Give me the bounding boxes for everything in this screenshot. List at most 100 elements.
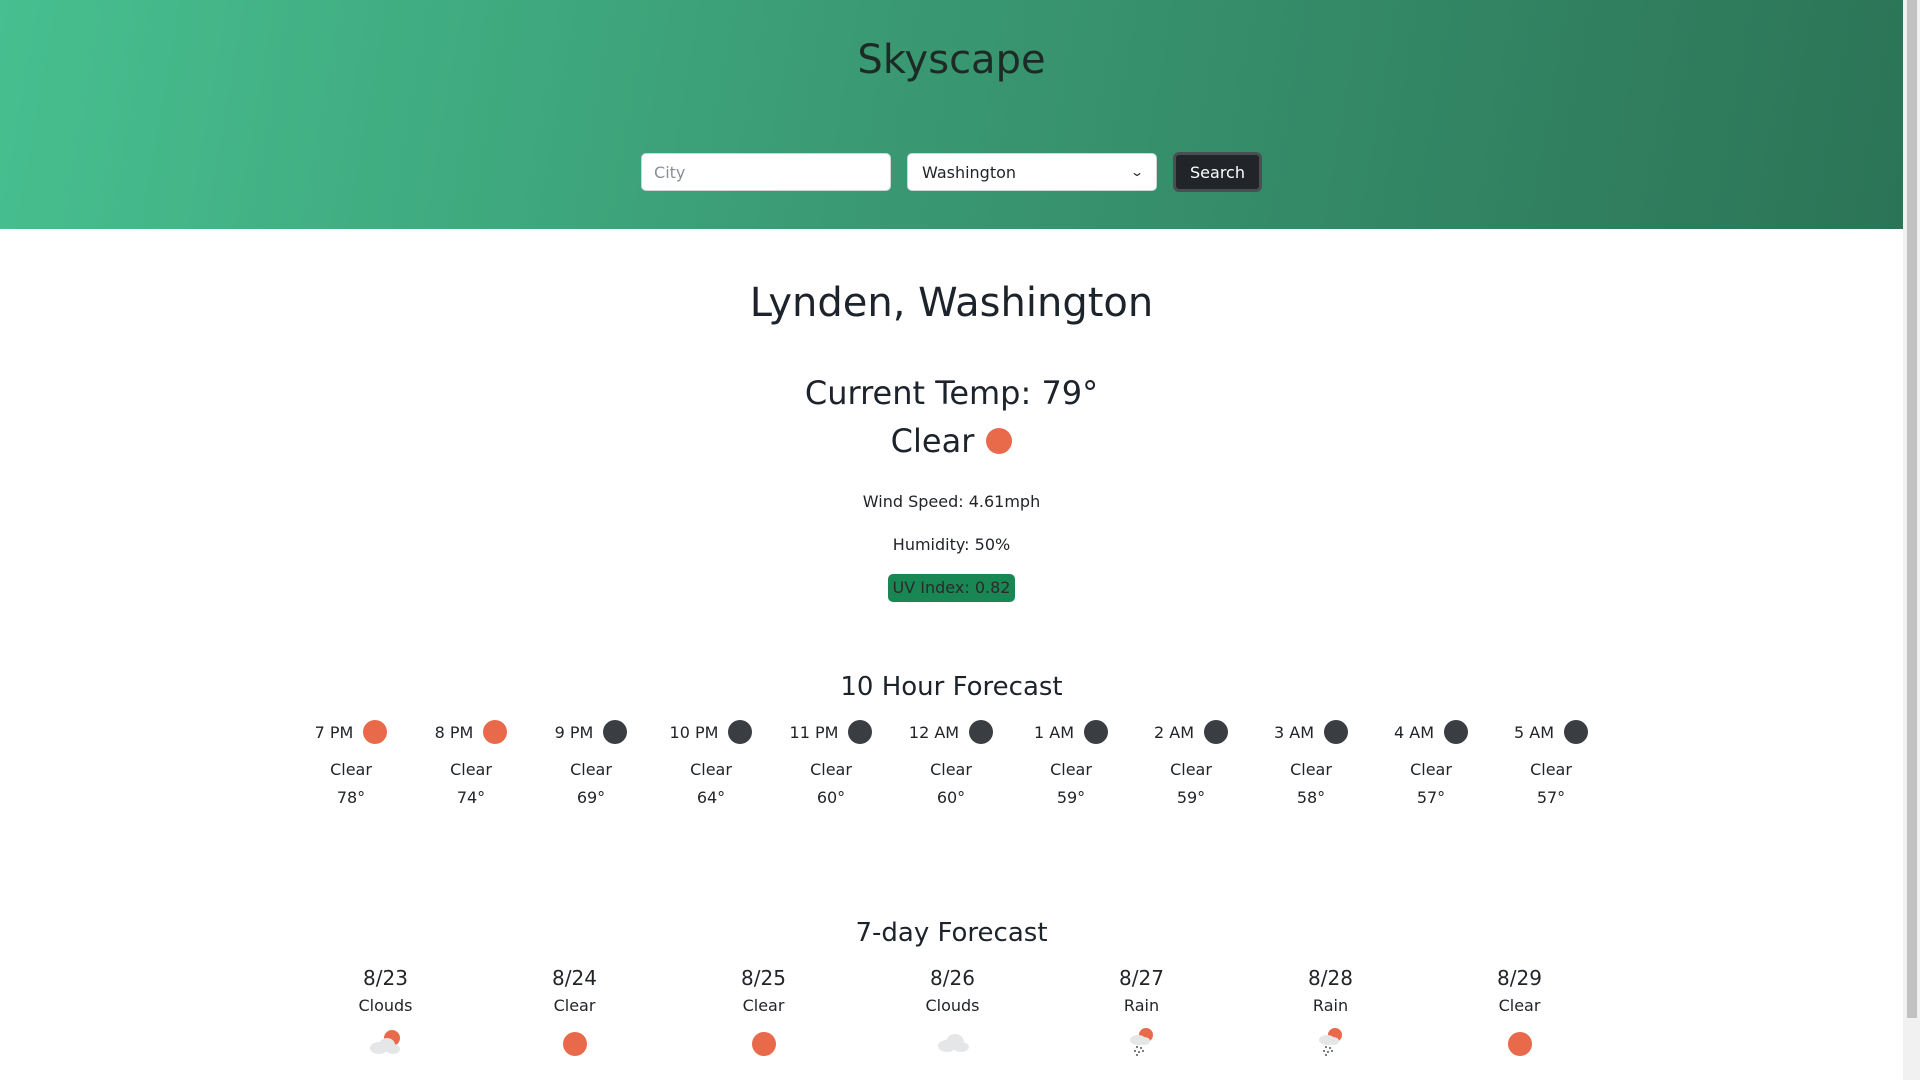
sun-cloud-icon: [368, 1029, 404, 1059]
moon-icon: [1084, 720, 1108, 744]
daily-date: 8/23: [363, 966, 408, 990]
hourly-temp: 64°: [696, 788, 726, 807]
rain-icon: [1126, 1027, 1158, 1061]
hourly-condition: Clear: [810, 760, 852, 779]
moon-icon: [1444, 720, 1468, 744]
vertical-scrollbar[interactable]: [1903, 0, 1920, 1080]
hourly-forecast-item: 11 PM Clear 60°: [771, 716, 891, 808]
moon-icon: [969, 720, 994, 744]
hourly-forecast-list: 7 PM Clear 78° 8 PM Clear 74° 9 PM Clear 69° 10 P…: [291, 716, 1611, 808]
current-condition: Clear: [0, 420, 1903, 462]
daily-condition: Clouds: [358, 996, 413, 1015]
daily-condition: Clear: [742, 996, 785, 1015]
daily-icon-wrap: [751, 1030, 776, 1058]
hourly-forecast-header: 1 AM: [1034, 716, 1108, 748]
city-input[interactable]: [641, 153, 892, 191]
hourly-condition: Clear: [330, 760, 372, 779]
hourly-forecast-item: 12 AM Clear 60°: [891, 716, 1011, 808]
hourly-forecast-header: 5 AM: [1514, 716, 1588, 748]
hourly-forecast-header: 2 AM: [1154, 716, 1228, 748]
hourly-temp: 74°: [456, 788, 486, 807]
hourly-forecast-header: 12 AM: [908, 716, 994, 748]
state-select[interactable]: Washington ⌄: [907, 153, 1158, 191]
hourly-forecast-header: 11 PM: [790, 716, 873, 748]
hourly-forecast-item: 4 AM Clear 57°: [1371, 716, 1491, 808]
humidity: Humidity: 50%: [892, 535, 1011, 554]
hourly-time: 2 AM: [1153, 722, 1194, 742]
daily-forecast-title: 7-day Forecast: [855, 918, 1048, 948]
hourly-temp: 59°: [1176, 788, 1206, 807]
search-bar: Washington ⌄ Search: [0, 152, 1903, 192]
hourly-condition: Clear: [690, 760, 732, 779]
location-title: Lynden, Washington: [749, 280, 1154, 326]
current-condition-label: Clear: [890, 422, 975, 460]
hourly-temp: 60°: [816, 788, 846, 807]
sun-icon: [986, 428, 1013, 454]
daily-icon-wrap: [368, 1030, 404, 1058]
daily-forecast-item: 8/26 Clouds: [858, 966, 1047, 1058]
uv-index-badge: UV Index: 0.82: [887, 574, 1016, 602]
hourly-time: 10 PM: [669, 722, 719, 742]
hourly-temp: 60°: [936, 788, 966, 807]
daily-date: 8/27: [1119, 966, 1164, 990]
daily-date: 8/29: [1497, 966, 1542, 990]
hourly-temp: 59°: [1056, 788, 1086, 807]
hourly-forecast-header: 3 AM: [1274, 716, 1348, 748]
daily-date: 8/28: [1308, 966, 1353, 990]
moon-icon: [1564, 720, 1588, 744]
hourly-condition: Clear: [1290, 760, 1332, 779]
sun-icon: [1507, 1032, 1532, 1056]
hourly-time: 12 AM: [908, 722, 960, 742]
current-temp: Current Temp: 79°: [804, 374, 1099, 412]
moon-icon: [603, 720, 628, 744]
hourly-temp: 78°: [336, 788, 366, 807]
moon-icon: [848, 720, 873, 744]
hourly-temp: 58°: [1296, 788, 1326, 807]
app-header: Skyscape Washington ⌄ Search: [0, 0, 1903, 229]
hourly-forecast-header: 9 PM: [555, 716, 628, 748]
hourly-time: 11 PM: [789, 722, 839, 742]
hourly-forecast-item: 10 PM Clear 64°: [651, 716, 771, 808]
chevron-down-icon: ⌄: [1129, 165, 1145, 179]
hourly-condition: Clear: [450, 760, 492, 779]
scrollbar-thumb[interactable]: [1907, 0, 1917, 1018]
app-title: Skyscape: [857, 37, 1046, 83]
hourly-temp: 69°: [576, 788, 606, 807]
daily-forecast-item: 8/27 Rain: [1047, 966, 1236, 1058]
hourly-temp: 57°: [1416, 788, 1446, 807]
hourly-forecast-header: 8 PM: [435, 716, 508, 748]
daily-condition: Clear: [1498, 996, 1541, 1015]
hourly-time: 7 PM: [314, 722, 354, 742]
hourly-time: 5 AM: [1513, 722, 1554, 742]
moon-icon: [1204, 720, 1228, 744]
hourly-forecast-item: 9 PM Clear 69°: [531, 716, 651, 808]
daily-condition: Rain: [1312, 996, 1349, 1015]
hourly-time: 8 PM: [434, 722, 474, 742]
daily-condition: Rain: [1123, 996, 1160, 1015]
hourly-forecast-item: 2 AM Clear 59°: [1131, 716, 1251, 808]
daily-date: 8/25: [741, 966, 786, 990]
hourly-condition: Clear: [1050, 760, 1092, 779]
hourly-condition: Clear: [570, 760, 612, 779]
state-select-value: Washington: [922, 162, 1017, 182]
rain-icon: [1315, 1027, 1347, 1061]
daily-icon-wrap: [562, 1030, 587, 1058]
hourly-forecast-header: 7 PM: [315, 716, 388, 748]
daily-icon-wrap: [1126, 1027, 1158, 1061]
daily-forecast-item: 8/28 Rain: [1236, 966, 1425, 1058]
search-button[interactable]: Search: [1173, 152, 1262, 192]
sun-icon: [751, 1032, 776, 1056]
daily-date: 8/26: [930, 966, 975, 990]
hourly-forecast-item: 3 AM Clear 58°: [1251, 716, 1371, 808]
hourly-time: 1 AM: [1033, 722, 1074, 742]
page: Skyscape Washington ⌄ Search Lynden, Was…: [0, 0, 1903, 1080]
moon-icon: [1324, 720, 1348, 744]
daily-icon-wrap: [1315, 1027, 1347, 1061]
sun-icon: [363, 720, 388, 744]
moon-icon: [728, 720, 753, 744]
uv-wrap: UV Index: 0.82: [0, 574, 1903, 602]
hourly-condition: Clear: [1170, 760, 1212, 779]
hourly-forecast-header: 10 PM: [670, 716, 753, 748]
daily-condition: Clear: [553, 996, 596, 1015]
hourly-forecast-item: 7 PM Clear 78°: [291, 716, 411, 808]
